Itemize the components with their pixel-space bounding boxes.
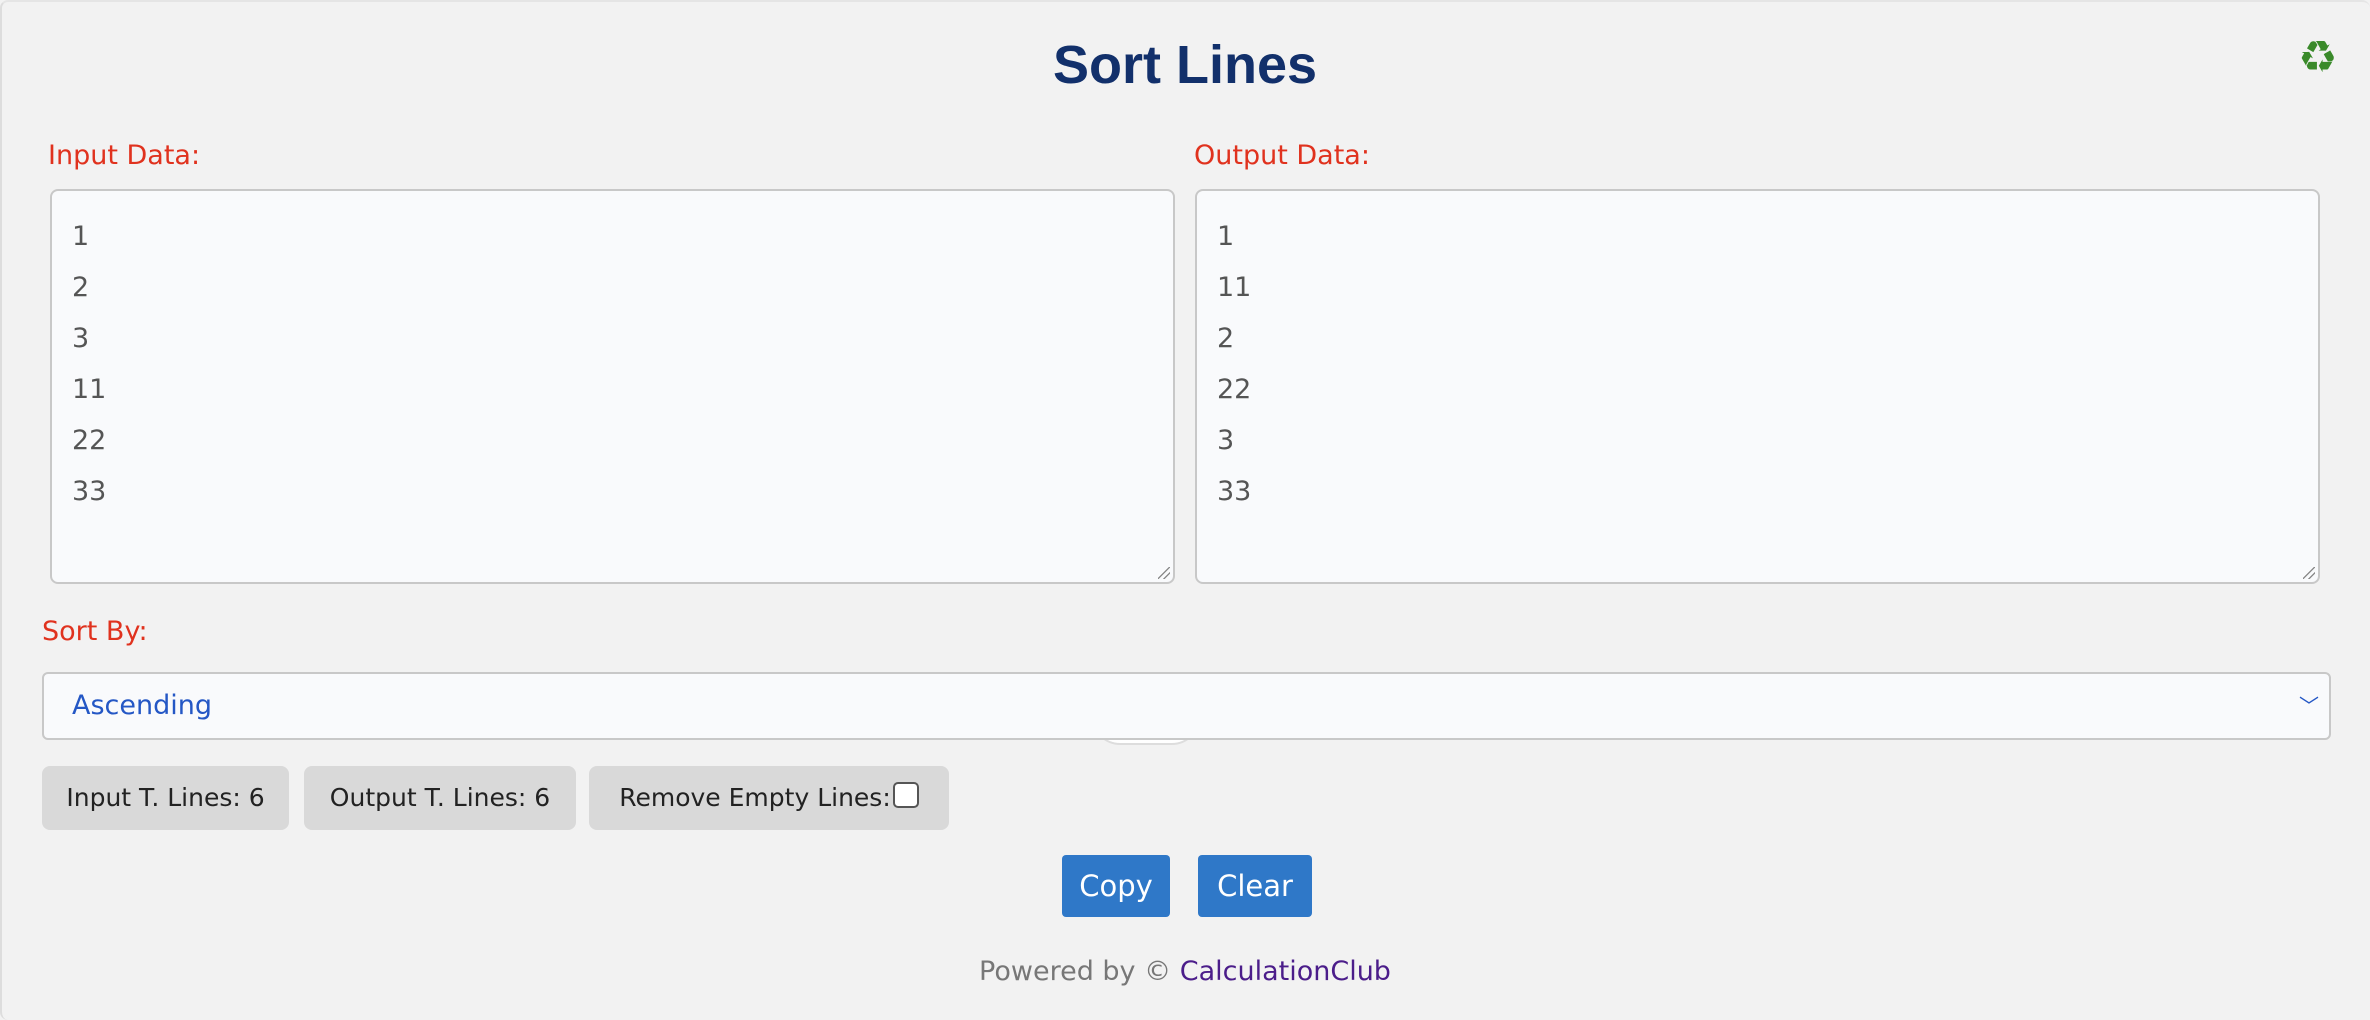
footer-prefix: Powered by © — [979, 956, 1172, 987]
input-line: 22 — [72, 425, 107, 456]
chevron-down-icon: ﹀ — [2299, 694, 2319, 718]
input-textarea[interactable]: 1 2 3 11 22 33 ✦ G — [50, 189, 1200, 745]
remove-empty-lines-label: Remove Empty Lines: — [619, 783, 891, 812]
footer: Powered by © CalculationClub — [0, 956, 2370, 987]
remove-empty-lines-checkbox[interactable] — [892, 782, 919, 808]
output-line: 22 — [1217, 374, 1252, 405]
clear-button[interactable]: Clear — [1198, 855, 1312, 917]
output-line: 1 — [1217, 221, 1235, 252]
page-title: Sort Lines — [1052, 35, 1318, 95]
output-lines-count: Output T. Lines: 6 — [304, 766, 576, 830]
input-lines-count: Input T. Lines: 6 — [42, 766, 289, 830]
input-line: 1 — [72, 221, 90, 252]
input-line: 3 — [72, 323, 90, 354]
sort-by-select[interactable]: Ascending ﹀ — [42, 672, 2331, 740]
sort-by-value: Ascending — [72, 690, 212, 721]
output-line: 3 — [1217, 425, 1235, 456]
output-line: 2 — [1217, 323, 1235, 354]
recycle-icon[interactable]: ♻ — [2298, 32, 2337, 83]
remove-empty-lines-option[interactable]: Remove Empty Lines: — [589, 766, 949, 830]
resize-handle[interactable] — [2303, 567, 2315, 579]
output-line: 33 — [1217, 476, 1252, 507]
copy-button[interactable]: Copy — [1062, 855, 1170, 917]
resize-handle[interactable] — [1158, 567, 1170, 579]
sort-by-label: Sort By: — [42, 616, 148, 647]
input-line: 11 — [72, 374, 107, 405]
output-textarea[interactable]: 1 11 2 22 3 33 — [1195, 189, 2320, 584]
input-line: 33 — [72, 476, 107, 507]
calculationclub-link[interactable]: CalculationClub — [1180, 956, 1391, 987]
output-line: 11 — [1217, 272, 1252, 303]
input-line: 2 — [72, 272, 90, 303]
input-data-label: Input Data: — [48, 140, 201, 171]
output-data-label: Output Data: — [1194, 140, 1370, 171]
